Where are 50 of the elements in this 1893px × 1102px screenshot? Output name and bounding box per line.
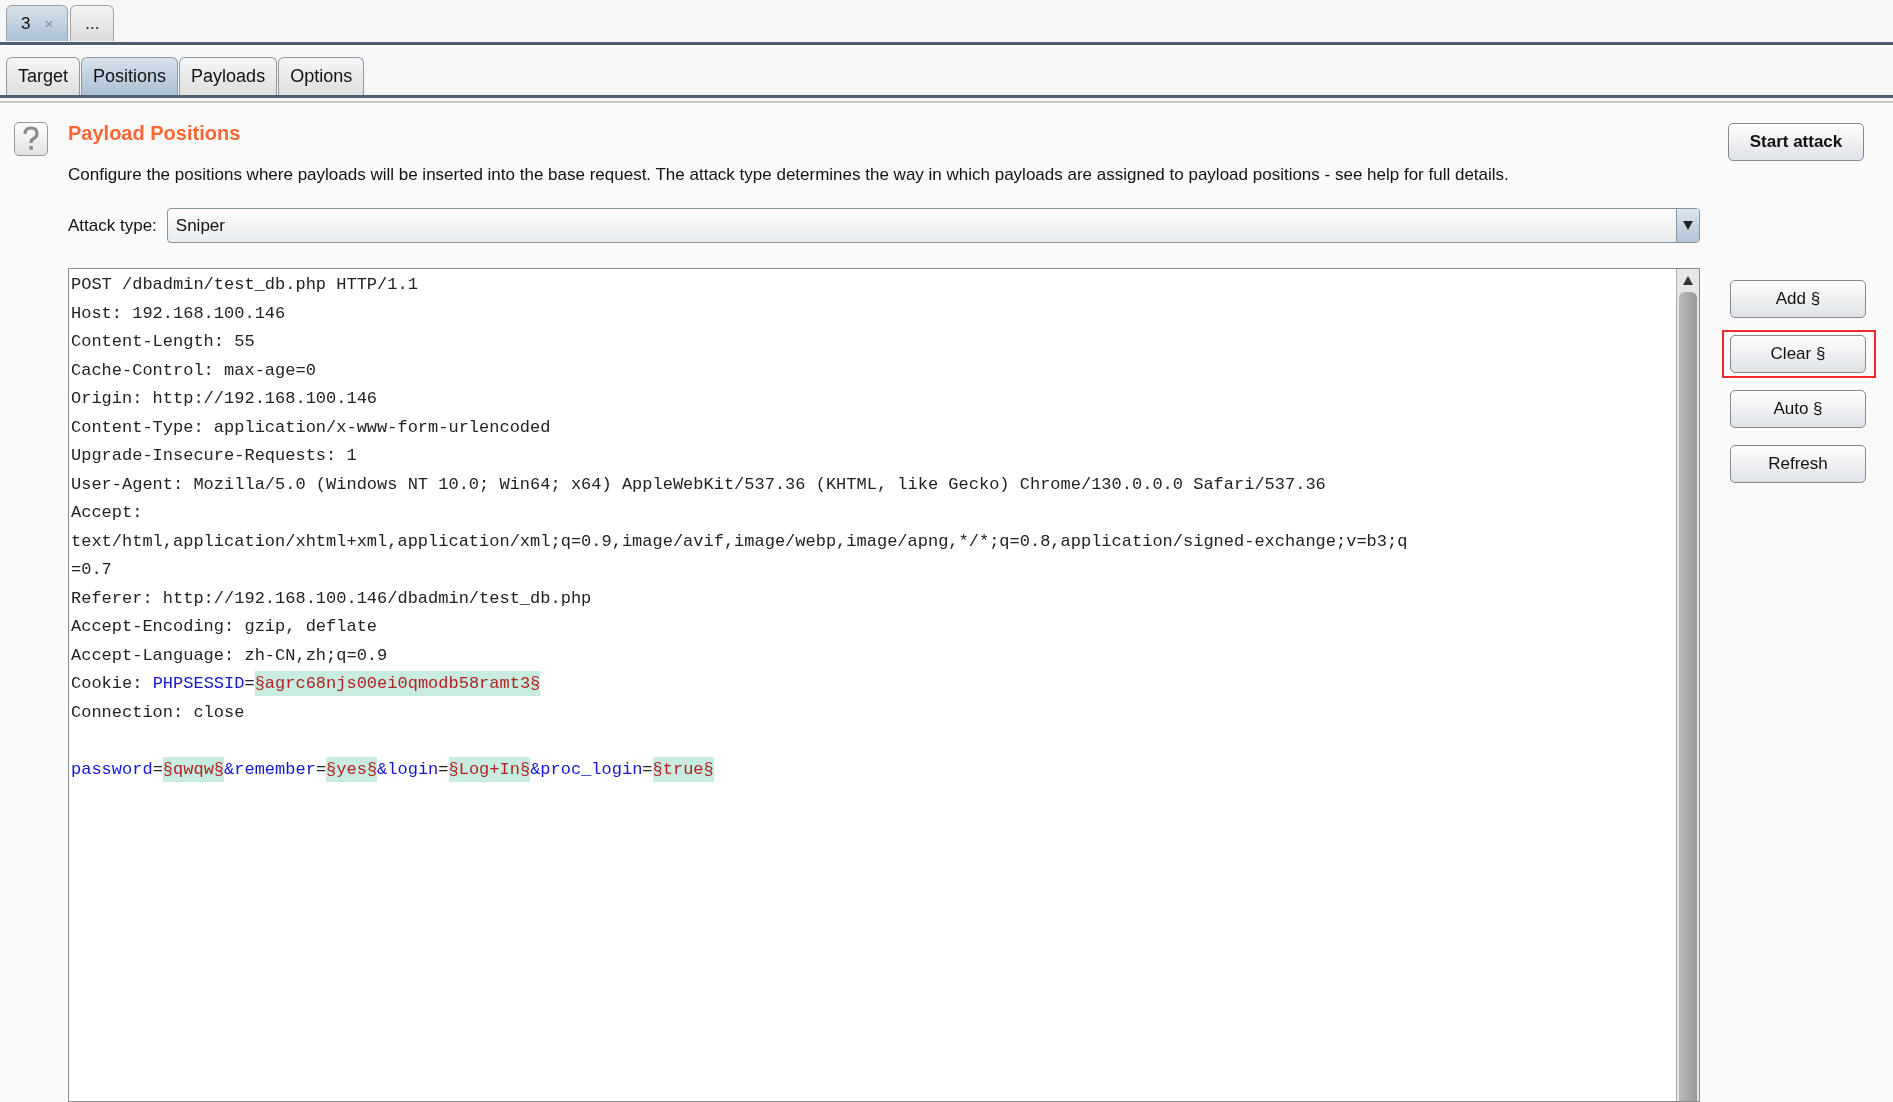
payload-marker: §agrc68njs00ei0qmodb58ramt3§ xyxy=(254,671,541,696)
document-tab[interactable]: 3 × xyxy=(6,5,69,41)
request-text: Accept-Encoding: gzip, deflate xyxy=(71,617,378,636)
side-button[interactable]: Auto § xyxy=(1730,390,1866,428)
request-text: Upgrade-Insecure-Requests: 1 xyxy=(71,446,357,465)
dropdown-arrow-icon xyxy=(1683,221,1693,230)
side-button[interactable]: Clear § xyxy=(1730,335,1866,373)
parameter-name: &login xyxy=(377,759,439,779)
parameter-name: &remember xyxy=(224,759,316,779)
payload-marker: §true§ xyxy=(652,756,714,782)
request-text: = xyxy=(244,674,255,693)
request-text: text/html,application/xhtml+xml,application/xml;q=0.9,image/avif,image/webp,image/apng,*/*;q=0.8,application/signed-exchange;v=b3;q xyxy=(71,531,1408,551)
request-text: Content-Length: 55 xyxy=(71,332,255,351)
payload-marker: §Log+In§ xyxy=(448,756,531,782)
request-text: POST /dbadmin/test_db.php HTTP/1.1 xyxy=(71,275,418,294)
parameter-name: PHPSESSID xyxy=(152,674,245,693)
start-attack-button[interactable]: Start attack xyxy=(1728,123,1864,161)
tab[interactable]: Options xyxy=(278,57,365,95)
section-title: Payload Positions xyxy=(68,122,242,145)
document-tab[interactable]: ... xyxy=(70,5,115,41)
request-text: Cache-Control: max-age=0 xyxy=(71,360,316,380)
side-button[interactable]: Add § xyxy=(1730,280,1866,318)
request-text: = xyxy=(642,759,653,779)
section-description: Configure the positions where payloads will be inserted into the base request. The attack type determines the way in which payloads are assigned to payload positions - see help for full details. xyxy=(68,165,1510,185)
side-button[interactable]: Refresh xyxy=(1730,445,1866,483)
request-text: =0.7 xyxy=(71,560,112,579)
payload-marker: §yes§ xyxy=(326,756,378,782)
payload-marker: §qwqw§ xyxy=(162,756,225,782)
help-icon[interactable] xyxy=(14,122,48,156)
request-text: Origin: http://192.168.100.146 xyxy=(71,389,378,408)
parameter-name: password xyxy=(71,759,153,779)
tab[interactable]: Payloads xyxy=(179,57,278,95)
scrollbar[interactable] xyxy=(1676,269,1699,1101)
scroll-up-icon[interactable] xyxy=(1683,276,1693,285)
tab[interactable]: Positions xyxy=(81,57,179,95)
request-text: Content-Type: application/x-www-form-urlencoded xyxy=(71,417,551,437)
request-text: Cookie: xyxy=(71,674,144,693)
request-text: Accept-Language: zh-CN,zh;q=0.9 xyxy=(71,645,388,665)
attack-type-label: Attack type: xyxy=(68,215,157,236)
parameter-name: &proc_login xyxy=(530,759,643,779)
request-text: Host: 192.168.100.146 xyxy=(71,303,286,323)
request-text: User-Agent: Mozilla/5.0 (Windows NT 10.0; Win64; x64) AppleWebKit/537.36 (KHTML, like Gecko) Chrome/130.0.0.0 Safari/537.36 xyxy=(71,474,1326,494)
attack-type-dropdown[interactable]: Sniper xyxy=(166,208,1700,243)
tab[interactable]: Target xyxy=(6,57,81,95)
request-text: = xyxy=(438,759,449,779)
request-text: = xyxy=(315,759,327,779)
request-text: Referer: http://192.168.100.146/dbadmin/test_db.php xyxy=(71,588,592,608)
request-text: Accept: xyxy=(71,503,143,522)
request-text: = xyxy=(152,759,163,779)
request-text: Connection: close xyxy=(71,702,245,722)
